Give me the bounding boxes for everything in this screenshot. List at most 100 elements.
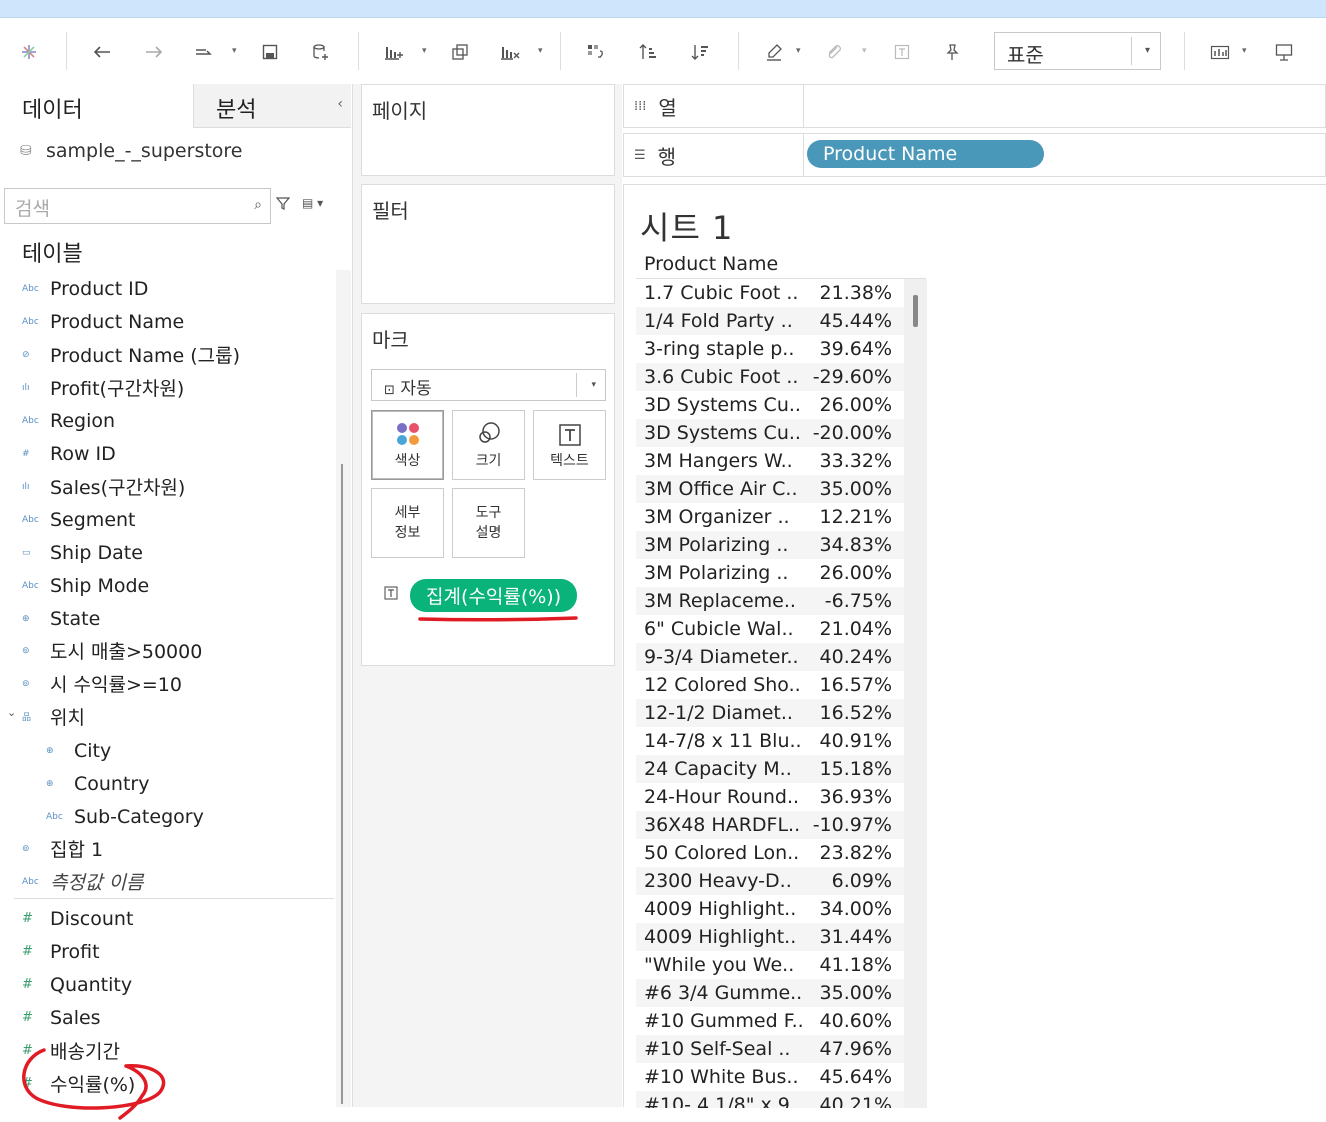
- new-worksheet-icon[interactable]: [380, 38, 408, 66]
- table-row[interactable]: #10- 4 1/8" x 9.. 40.21%: [636, 1091, 927, 1108]
- swap-icon[interactable]: [582, 38, 610, 66]
- size-button[interactable]: 크기: [452, 410, 525, 480]
- table-row[interactable]: #10 White Bus.. 45.64%: [636, 1063, 927, 1091]
- table-row[interactable]: 12 Colored Sho.. 16.57%: [636, 671, 927, 699]
- redo-icon[interactable]: [140, 38, 168, 66]
- table-row[interactable]: 24 Capacity M.. 15.18%: [636, 755, 927, 783]
- expand-icon[interactable]: ⌄: [7, 706, 16, 719]
- measure-item[interactable]: # Discount: [0, 902, 335, 935]
- table-row[interactable]: 36X48 HARDFL.. -10.97%: [636, 811, 927, 839]
- field-item[interactable]: ılı Sales(구간차원): [0, 470, 335, 503]
- chart-icon[interactable]: [1206, 38, 1234, 66]
- field-item[interactable]: ⊕ Country: [0, 767, 335, 800]
- chevron-down-icon[interactable]: ▾: [422, 46, 427, 56]
- detail-button[interactable]: 세부 정보: [371, 488, 444, 558]
- group-icon[interactable]: [820, 38, 848, 66]
- fit-dropdown[interactable]: 표준 ▾: [994, 32, 1161, 70]
- search-input[interactable]: 검색 ⌕: [4, 188, 271, 224]
- marks-measure-pill[interactable]: 집계(수익률(%)): [410, 579, 578, 612]
- text-button[interactable]: 텍스트: [533, 410, 606, 480]
- table-row[interactable]: 4009 Highlight.. 31.44%: [636, 923, 927, 951]
- undo-icon[interactable]: [88, 38, 116, 66]
- field-item[interactable]: ⊕ State: [0, 602, 335, 635]
- duplicate-icon[interactable]: [446, 38, 474, 66]
- table-row[interactable]: 3M Replaceme.. -6.75%: [636, 587, 927, 615]
- field-item[interactable]: 品 위치 ⌄: [0, 700, 335, 733]
- field-item[interactable]: Abc Sub-Category: [0, 800, 335, 833]
- field-item[interactable]: Abc 측정값 이름: [0, 865, 335, 898]
- field-item[interactable]: Abc Product ID: [0, 272, 335, 305]
- collapse-pane-icon[interactable]: ‹: [337, 96, 343, 112]
- datasource-item[interactable]: ⛁ sample_-_superstore: [20, 140, 243, 162]
- tooltip-button[interactable]: 도구 설명: [452, 488, 525, 558]
- table-row[interactable]: 3M Organizer .. 12.21%: [636, 503, 927, 531]
- field-item[interactable]: Abc Segment: [0, 503, 335, 536]
- tab-data[interactable]: 데이터: [0, 84, 192, 128]
- chevron-down-icon[interactable]: ▾: [1242, 46, 1247, 56]
- filter-icon[interactable]: [275, 196, 291, 214]
- table-row[interactable]: 1.7 Cubic Foot .. 21.38%: [636, 279, 927, 307]
- sort-descending-icon[interactable]: [686, 38, 714, 66]
- presentation-icon[interactable]: [1270, 38, 1298, 66]
- table-row[interactable]: 6" Cubicle Wal.. 21.04%: [636, 615, 927, 643]
- table-row[interactable]: 3M Polarizing .. 26.00%: [636, 559, 927, 587]
- pin-icon[interactable]: [938, 38, 966, 66]
- field-item[interactable]: ⊚ 도시 매출>50000: [0, 634, 335, 667]
- label-icon[interactable]: [888, 38, 916, 66]
- table-row[interactable]: 1/4 Fold Party .. 45.44%: [636, 307, 927, 335]
- clear-sheet-icon[interactable]: [496, 38, 524, 66]
- table-row[interactable]: 9-3/4 Diameter.. 40.24%: [636, 643, 927, 671]
- field-item[interactable]: Abc Ship Mode: [0, 569, 335, 602]
- field-item[interactable]: Abc Product Name: [0, 305, 335, 338]
- table-row[interactable]: 3M Polarizing .. 34.83%: [636, 531, 927, 559]
- table-row[interactable]: 24-Hour Round.. 36.93%: [636, 783, 927, 811]
- table-row[interactable]: 3.6 Cubic Foot .. -29.60%: [636, 363, 927, 391]
- table-row[interactable]: 2300 Heavy-D.. 6.09%: [636, 867, 927, 895]
- table-row[interactable]: 14-7/8 x 11 Blu.. 40.91%: [636, 727, 927, 755]
- measure-item[interactable]: # Profit: [0, 935, 335, 968]
- replay-icon[interactable]: [190, 38, 218, 66]
- tab-analysis[interactable]: 분석 ‹: [193, 84, 351, 128]
- sort-ascending-icon[interactable]: [634, 38, 662, 66]
- color-button[interactable]: 색상: [371, 410, 444, 480]
- table-row[interactable]: 3-ring staple p.. 39.64%: [636, 335, 927, 363]
- field-item[interactable]: ılı Profit(구간차원): [0, 371, 335, 404]
- new-datasource-icon[interactable]: [306, 38, 334, 66]
- field-item[interactable]: ▭ Ship Date: [0, 536, 335, 569]
- table-row[interactable]: 4009 Highlight.. 34.00%: [636, 895, 927, 923]
- table-row[interactable]: 12-1/2 Diamet.. 16.52%: [636, 699, 927, 727]
- pages-card[interactable]: 페이지: [361, 84, 615, 176]
- field-item[interactable]: ⊚ 시 수익률>=10: [0, 667, 335, 700]
- table-row[interactable]: 3M Hangers W.. 33.32%: [636, 447, 927, 475]
- chevron-down-icon[interactable]: ▾: [538, 46, 543, 56]
- table-row[interactable]: 3M Office Air C.. 35.00%: [636, 475, 927, 503]
- rows-dimension-pill[interactable]: Product Name: [807, 140, 1044, 168]
- table-row[interactable]: #10 Self-Seal .. 47.96%: [636, 1035, 927, 1063]
- column-header[interactable]: Product Name: [636, 253, 926, 279]
- measure-item[interactable]: # Quantity: [0, 968, 335, 1001]
- chevron-down-icon[interactable]: ▾: [232, 46, 237, 56]
- view-options-icon[interactable]: ▤ ▾: [302, 196, 323, 210]
- filters-card[interactable]: 필터: [361, 184, 615, 304]
- scrollbar-thumb[interactable]: [341, 464, 343, 1104]
- table-row[interactable]: 3D Systems Cu.. 26.00%: [636, 391, 927, 419]
- highlight-icon[interactable]: [760, 38, 788, 66]
- columns-shelf[interactable]: ⁞⁞⁞ 열: [623, 84, 1326, 128]
- field-item[interactable]: # Row ID: [0, 437, 335, 470]
- save-icon[interactable]: [256, 38, 284, 66]
- field-item[interactable]: ⊘ Product Name (그룹): [0, 338, 335, 371]
- scrollbar-track[interactable]: [904, 279, 927, 1108]
- scrollbar-track[interactable]: [336, 270, 351, 1107]
- table-row[interactable]: "While you We.. 41.18%: [636, 951, 927, 979]
- chevron-down-icon[interactable]: ▾: [796, 46, 801, 56]
- field-item[interactable]: Abc Region: [0, 404, 335, 437]
- tableau-logo-icon[interactable]: [16, 38, 42, 66]
- table-row[interactable]: 3D Systems Cu.. -20.00%: [636, 419, 927, 447]
- field-item[interactable]: ⊕ City: [0, 734, 335, 767]
- rows-shelf[interactable]: ☰ 행 Product Name: [623, 133, 1326, 177]
- mark-type-dropdown[interactable]: ⊡ 자동 ▾: [371, 369, 606, 401]
- chevron-down-icon[interactable]: ▾: [862, 46, 867, 56]
- table-row[interactable]: 50 Colored Lon.. 23.82%: [636, 839, 927, 867]
- scrollbar-thumb[interactable]: [913, 295, 918, 327]
- field-item[interactable]: ⊚ 집합 1: [0, 832, 335, 865]
